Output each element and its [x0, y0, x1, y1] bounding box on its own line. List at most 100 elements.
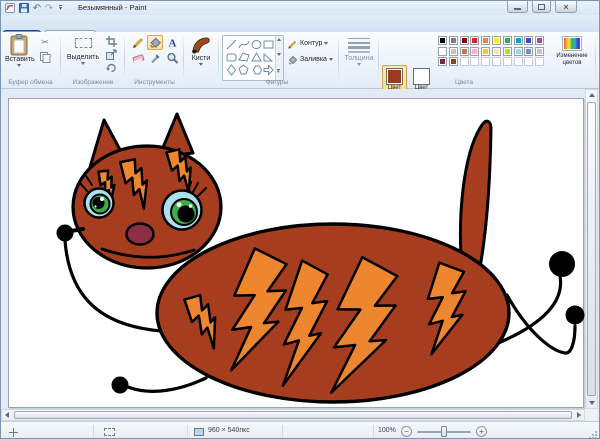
undo-icon[interactable]: ↶: [31, 2, 43, 14]
gallery-scroll-down[interactable]: [277, 53, 281, 56]
horizontal-scrollbar[interactable]: [1, 409, 585, 421]
group-separator: [124, 37, 125, 83]
drawing-canvas[interactable]: [8, 98, 584, 408]
size-button[interactable]: Толщина: [342, 34, 376, 78]
palette-color-swatch[interactable]: [481, 47, 490, 56]
group-separator: [595, 37, 596, 83]
save-icon[interactable]: [18, 2, 30, 14]
palette-color-swatch[interactable]: [438, 36, 447, 45]
pencil-tool[interactable]: [130, 35, 146, 50]
palette-row-3: [438, 57, 544, 66]
cut-button[interactable]: ✂: [36, 36, 54, 48]
paste-button[interactable]: Вставить: [5, 34, 33, 74]
scroll-up-arrow[interactable]: [589, 93, 595, 97]
zoom-out-button[interactable]: −: [401, 426, 412, 437]
resize-icon: [106, 49, 117, 60]
group-separator: [183, 37, 184, 83]
scroll-right-arrow[interactable]: [577, 412, 581, 418]
colors-group-label: Цвета: [378, 79, 550, 86]
crop-button[interactable]: [102, 35, 120, 47]
palette-color-swatch[interactable]: [481, 36, 490, 45]
shape-fill-button[interactable]: Заливка: [288, 53, 334, 66]
palette-empty-slot[interactable]: [470, 57, 479, 66]
zoom-in-button[interactable]: +: [476, 426, 487, 437]
palette-empty-slot[interactable]: [481, 57, 490, 66]
eraser-tool[interactable]: [130, 51, 146, 66]
palette-empty-slot[interactable]: [514, 57, 523, 66]
outline-button[interactable]: Контур: [288, 37, 332, 50]
vertical-scroll-thumb[interactable]: [587, 102, 596, 396]
group-separator: [378, 37, 379, 83]
select-button[interactable]: Выделить: [65, 34, 101, 74]
cat-eye-left-sparkle-small: [94, 205, 96, 207]
palette-color-swatch[interactable]: [535, 36, 544, 45]
vertical-scrollbar[interactable]: [585, 89, 598, 409]
zoom-slider-thumb[interactable]: [441, 426, 447, 437]
brush-icon: [190, 35, 212, 55]
fill-tool-selected[interactable]: [147, 35, 163, 50]
cat-paw-front: [112, 377, 129, 394]
brushes-button[interactable]: Кисти: [186, 34, 216, 78]
qat-dropdown-icon[interactable]: ▾: [56, 2, 65, 14]
palette-color-swatch[interactable]: [524, 47, 533, 56]
shapes-gallery[interactable]: ▾: [222, 35, 284, 81]
paint-logo-icon[interactable]: [4, 2, 16, 14]
palette-color-swatch[interactable]: [524, 36, 533, 45]
redo-icon[interactable]: ↷: [43, 2, 55, 14]
scroll-left-arrow[interactable]: [5, 412, 9, 418]
palette-color-swatch[interactable]: [503, 47, 512, 56]
tab-row: Главная Вид ?: [1, 15, 600, 32]
magnifier-icon: [166, 52, 179, 65]
tools-group-label: Инструменты: [126, 79, 183, 86]
palette-color-swatch[interactable]: [470, 36, 479, 45]
palette-empty-slot[interactable]: [535, 57, 544, 66]
palette-color-swatch[interactable]: [449, 47, 458, 56]
gallery-scroll-up[interactable]: [277, 38, 281, 41]
chevron-down-icon: [357, 63, 361, 66]
palette-color-swatch[interactable]: [514, 47, 523, 56]
work-area: [1, 89, 600, 421]
scroll-down-arrow[interactable]: [589, 401, 595, 405]
resize-button[interactable]: [102, 48, 120, 60]
chevron-down-icon: [81, 62, 85, 65]
color-palette: [438, 36, 544, 68]
palette-color-swatch[interactable]: [492, 47, 501, 56]
magnifier-tool[interactable]: [164, 51, 180, 66]
copy-button[interactable]: [36, 51, 54, 63]
palette-color-swatch[interactable]: [535, 47, 544, 56]
palette-color-swatch[interactable]: [503, 36, 512, 45]
palette-color-swatch[interactable]: [449, 57, 458, 66]
palette-color-swatch[interactable]: [460, 47, 469, 56]
zoom-level-text: 100%: [378, 427, 396, 434]
eyedropper-tool[interactable]: [147, 51, 163, 66]
gallery-more-button[interactable]: ▾: [277, 69, 280, 74]
palette-color-swatch[interactable]: [460, 36, 469, 45]
rotate-button[interactable]: [102, 61, 120, 73]
selection-rect-icon: [75, 38, 92, 48]
shapes-group-label: Фигуры: [218, 79, 336, 86]
cat-eye-left-sparkle: [100, 197, 104, 201]
horizontal-scroll-thumb[interactable]: [14, 411, 572, 419]
palette-color-swatch[interactable]: [438, 57, 447, 66]
palette-empty-slot[interactable]: [492, 57, 501, 66]
palette-empty-slot[interactable]: [503, 57, 512, 66]
close-button[interactable]: ×: [555, 1, 577, 13]
palette-empty-slot[interactable]: [460, 57, 469, 66]
palette-row-1: [438, 36, 544, 45]
status-separator: [187, 425, 188, 438]
palette-color-swatch[interactable]: [470, 47, 479, 56]
palette-color-swatch[interactable]: [438, 47, 447, 56]
status-separator: [93, 425, 94, 438]
resize-grip[interactable]: [589, 431, 597, 439]
palette-color-swatch[interactable]: [492, 36, 501, 45]
text-tool[interactable]: A: [164, 35, 180, 50]
palette-empty-slot[interactable]: [524, 57, 533, 66]
minimize-button[interactable]: [507, 1, 528, 13]
palette-color-swatch[interactable]: [514, 36, 523, 45]
copy-icon: [40, 52, 51, 63]
edit-colors-button[interactable]: Изменениецветов: [551, 34, 593, 78]
cat-drawing: [9, 99, 585, 409]
maximize-button[interactable]: [532, 1, 551, 13]
palette-color-swatch[interactable]: [449, 36, 458, 45]
cat-paw-back-lower: [566, 306, 585, 325]
